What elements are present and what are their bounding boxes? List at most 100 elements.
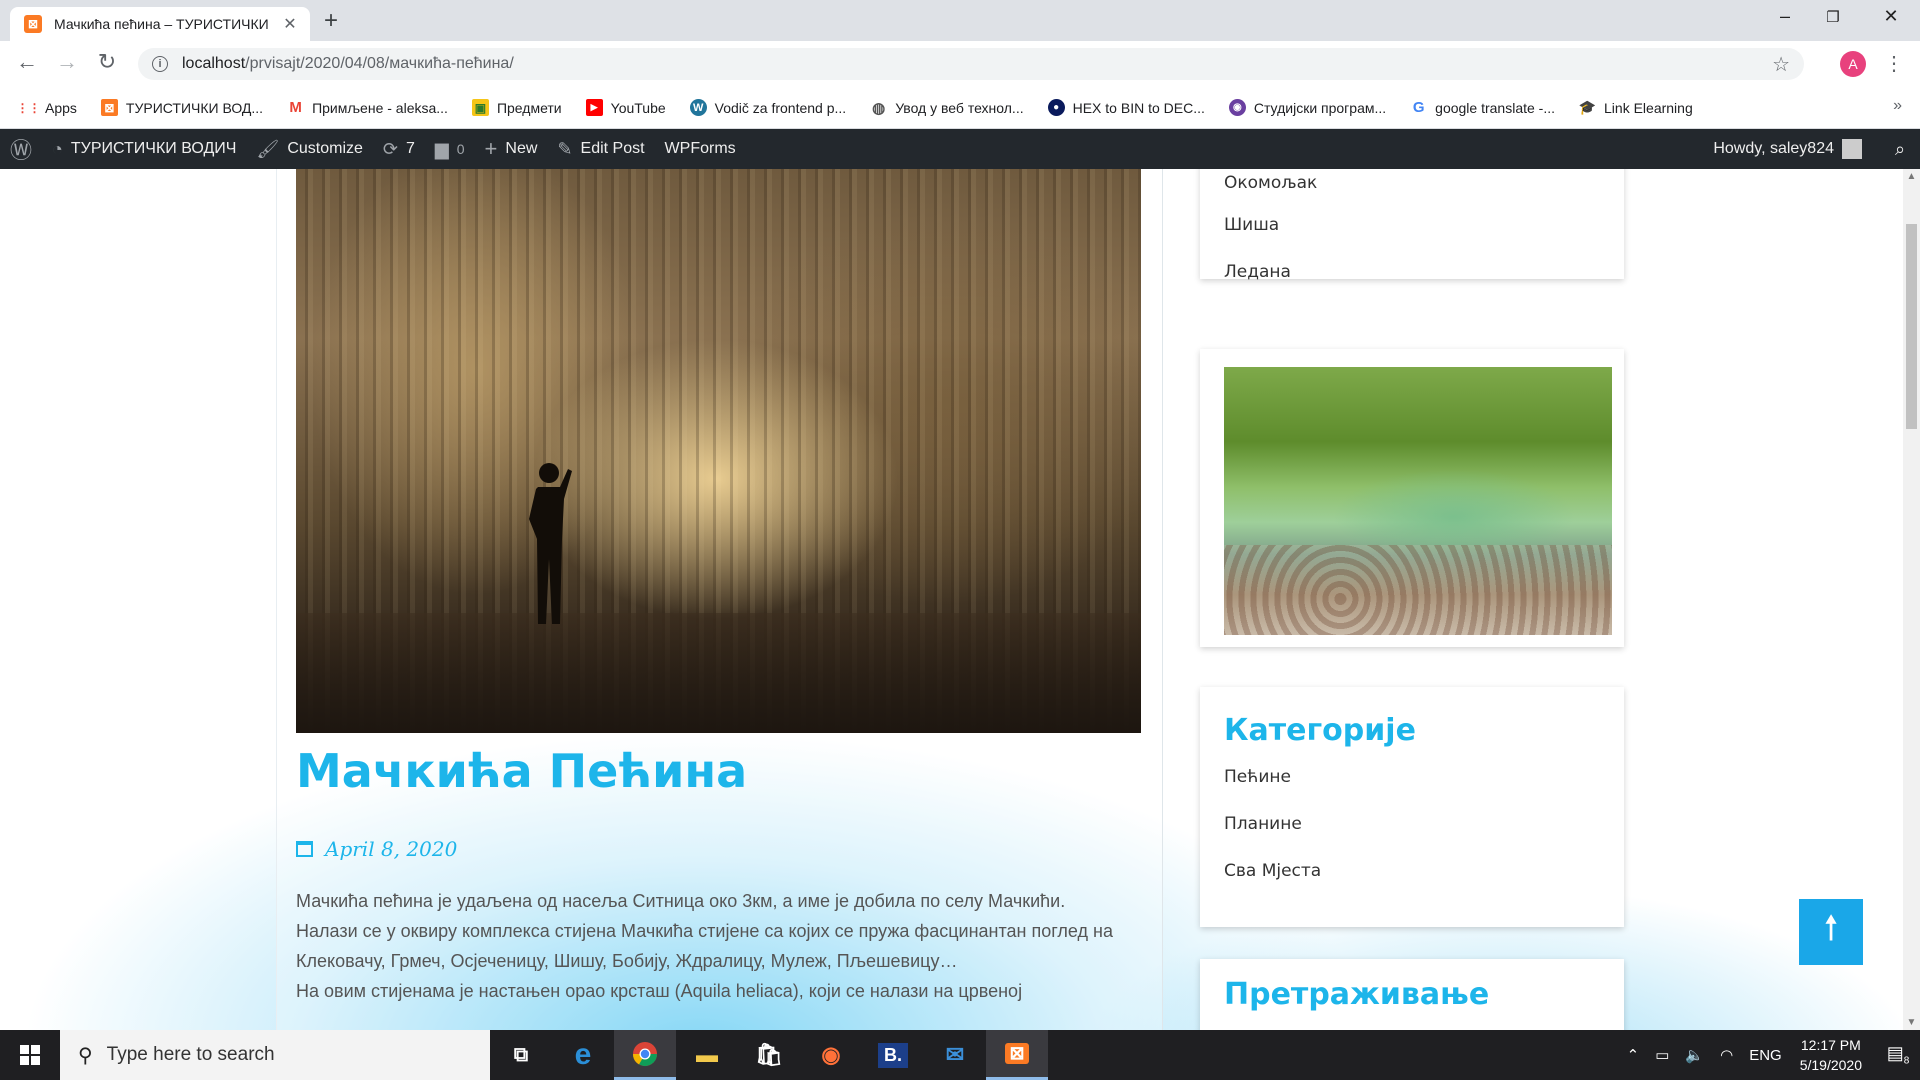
maximize-button[interactable]: ❐ [1818, 8, 1848, 26]
address-bar[interactable]: i localhost/prvisajt/2020/04/08/мачкића-… [138, 48, 1804, 80]
clock-date: 5/19/2020 [1799, 1057, 1862, 1073]
chevron-up-icon[interactable]: ⌃ [1627, 1046, 1640, 1064]
new-content-menu[interactable]: + New [475, 129, 548, 169]
browser-tab-strip: ⊠ Мачкића пећина – ТУРИСТИЧКИ ✕ + – ❐ ✕ [0, 0, 1920, 41]
url-path: /prvisajt/2020/04/08/мачкића-пећина/ [245, 55, 514, 72]
category-link-pecine[interactable]: Пећине [1224, 754, 1600, 801]
wifi-icon[interactable]: ◠ [1720, 1046, 1733, 1064]
tab-title: Мачкића пећина – ТУРИСТИЧКИ [54, 16, 269, 32]
bookmark-label: HEX to BIN to DEC... [1072, 99, 1205, 116]
category-link-sva-mjesta[interactable]: Сва Мјеста [1224, 848, 1600, 895]
xampp-icon[interactable]: ⊠ [986, 1030, 1048, 1080]
page-viewport: Мачкића Пећина April 8, 2020 Мачкића пећ… [0, 169, 1920, 1030]
scroll-down-arrow-icon[interactable]: ▼ [1903, 1017, 1920, 1028]
bookmark-star-icon[interactable]: ☆ [1772, 52, 1790, 77]
person-silhouette [529, 463, 572, 624]
language-indicator[interactable]: ENG [1749, 1047, 1782, 1064]
bookmark-studijski[interactable]: ◉ Студијски програм... [1228, 99, 1386, 116]
site-info-icon[interactable]: i [152, 56, 168, 72]
image-widget [1200, 349, 1624, 647]
gmail-icon: M [289, 99, 302, 116]
wpforms-menu[interactable]: WPForms [655, 129, 746, 169]
customize-link[interactable]: 🖌 Customize [246, 129, 372, 169]
search-icon[interactable]: ⌕ [1880, 139, 1920, 160]
close-window-button[interactable]: ✕ [1876, 6, 1906, 27]
bookmarks-bar: ⋮⋮ Apps ⊠ ТУРИСТИЧКИ ВОД... M Примљене - al… [0, 87, 1920, 129]
battery-icon[interactable]: ▭ [1655, 1046, 1669, 1064]
wpforms-label: WPForms [664, 140, 736, 157]
categories-title: Категорије [1224, 713, 1416, 748]
places-widget: Окомољак Шиша Ледана [1200, 169, 1624, 282]
mail-icon[interactable]: ✉ [924, 1030, 986, 1080]
search-icon: ⚲ [78, 1044, 93, 1067]
wordpress-icon: W [689, 99, 707, 116]
edit-post-link[interactable]: ✎ Edit Post [547, 129, 654, 169]
chrome-icon[interactable] [614, 1030, 676, 1080]
store-icon[interactable]: 🛍 [738, 1030, 800, 1080]
start-button[interactable] [0, 1030, 60, 1080]
customize-label: Customize [287, 140, 363, 157]
bookmark-google-translate[interactable]: Ggoogle translate -... [1410, 99, 1555, 116]
file-explorer-icon[interactable]: ▬ [676, 1030, 738, 1080]
xampp-icon: ⊠ [100, 99, 118, 116]
task-view-icon[interactable]: ⧉ [490, 1030, 552, 1080]
sidebar-link-sisa[interactable]: Шиша [1224, 202, 1600, 249]
google-icon: G [1412, 99, 1425, 116]
category-link-planine[interactable]: Планине [1224, 801, 1600, 848]
user-avatar [1842, 139, 1862, 159]
new-tab-button[interactable]: + [324, 9, 338, 33]
firefox-icon[interactable]: ◉ [800, 1030, 862, 1080]
university-icon: ◉ [1228, 99, 1246, 116]
comments-link[interactable]: ▆ 0 [425, 129, 475, 169]
reload-button[interactable]: ↻ [94, 51, 120, 73]
plus-icon: + [484, 136, 498, 161]
bookmark-apps[interactable]: ⋮⋮ Apps [17, 99, 77, 116]
back-button[interactable]: ← [14, 51, 40, 73]
wp-logo-menu[interactable]: Ⓦ [0, 129, 42, 169]
updates-count: 7 [406, 140, 415, 157]
b-app-icon[interactable]: B. [862, 1030, 924, 1080]
taskbar-search-box[interactable]: ⚲ Type here to search [60, 1030, 490, 1080]
bookmark-uvod[interactable]: ◍ Увод у веб технол... [870, 99, 1024, 117]
clock[interactable]: 12:17 PM 5/19/2020 [1800, 1035, 1862, 1075]
updates-icon: ⟳ [382, 138, 398, 159]
bookmark-hex[interactable]: ● HEX to BIN to DEC... [1047, 99, 1205, 116]
sidebar-link-okomoljak[interactable]: Окомољак [1224, 169, 1600, 202]
profile-avatar[interactable]: A [1840, 51, 1866, 77]
minimize-button[interactable]: – [1770, 6, 1800, 27]
bookmark-predmeti[interactable]: ▣ Предмети [471, 99, 562, 116]
windows-logo-icon [20, 1045, 40, 1065]
notification-center-icon[interactable]: ▤8 [1876, 1043, 1920, 1067]
post-featured-image [296, 169, 1141, 733]
active-tab[interactable]: ⊠ Мачкића пећина – ТУРИСТИЧКИ ✕ [10, 7, 310, 41]
url-text[interactable]: localhost/prvisajt/2020/04/08/мачкића-пе… [182, 55, 1772, 73]
post-body: Мачкића пећина је удаљена од насеља Ситн… [296, 886, 1136, 1006]
globe-icon: ◍ [872, 99, 886, 117]
bookmark-turisticki[interactable]: ⊠ ТУРИСТИЧКИ ВОД... [100, 99, 263, 116]
my-account-menu[interactable]: Howdy, saley824 [1703, 129, 1880, 169]
comment-icon: ▆ [434, 138, 449, 159]
bookmark-label: Увод у веб технол... [895, 99, 1024, 116]
post-date[interactable]: April 8, 2020 [296, 837, 457, 861]
updates-link[interactable]: ⟳ 7 [373, 129, 425, 169]
bookmark-youtube[interactable]: ▶ YouTube [585, 99, 666, 116]
bookmark-label: Link Elearning [1604, 99, 1693, 116]
windows-taskbar: ⚲ Type here to search ⧉ e ▬ 🛍 ◉ B. ✉ ⊠ ⌃… [0, 1030, 1920, 1080]
forward-button[interactable]: → [54, 51, 80, 73]
scroll-thumb[interactable] [1906, 224, 1917, 429]
scroll-to-top-button[interactable]: 🠕 [1799, 899, 1863, 965]
scroll-up-arrow-icon[interactable]: ▲ [1903, 171, 1920, 182]
comments-count: 0 [456, 141, 465, 157]
volume-icon[interactable]: 🔈 [1685, 1046, 1704, 1064]
bookmarks-overflow-icon[interactable]: » [1893, 97, 1902, 115]
browser-menu-icon[interactable]: ⋮ [1884, 51, 1904, 76]
page-scrollbar[interactable]: ▲ ▼ [1903, 169, 1920, 1030]
close-tab-icon[interactable]: ✕ [280, 14, 300, 34]
site-name-menu[interactable]: ◔ ТУРИСТИЧКИ ВОДИЧ [42, 129, 246, 169]
bookmark-vodic[interactable]: W Vodič za frontend p... [689, 99, 846, 116]
bookmark-gmail[interactable]: M Примљене - aleksa... [287, 99, 448, 116]
bookmark-link-elearning[interactable]: 🎓 Link Elearning [1579, 99, 1693, 116]
system-tray: ⌃ ▭ 🔈 ◠ ENG 12:17 PM 5/19/2020 ▤8 [1619, 1030, 1920, 1080]
edge-icon[interactable]: e [552, 1030, 614, 1080]
sidebar-link-ledana[interactable]: Ледана [1224, 249, 1600, 296]
